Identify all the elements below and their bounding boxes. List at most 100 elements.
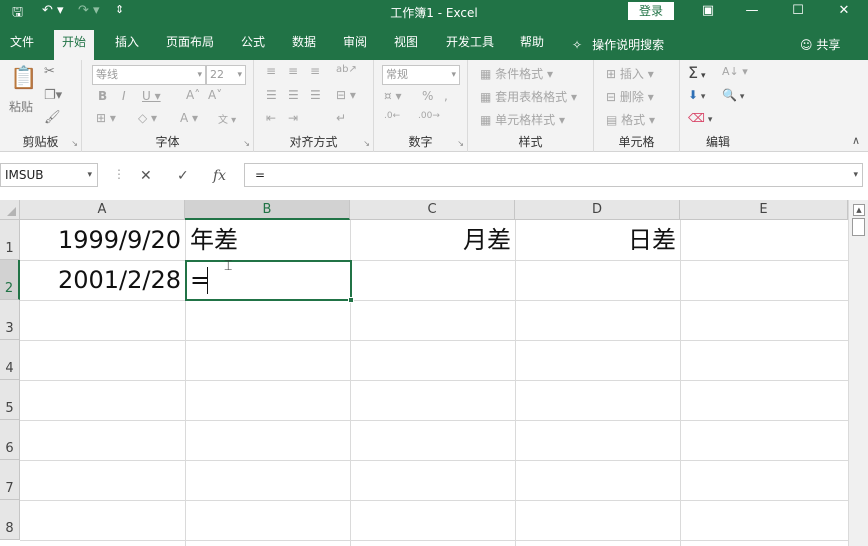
column-header-b[interactable]: B <box>185 200 350 220</box>
tab-file[interactable]: 文件 <box>2 32 42 60</box>
row-header-4[interactable]: 4 <box>0 340 20 380</box>
name-box[interactable]: IMSUB ▾ <box>0 163 98 187</box>
wrap-text-icon[interactable]: ↵ <box>336 111 346 125</box>
increase-indent-icon[interactable]: ⇥ <box>288 111 298 125</box>
conditional-formatting-button[interactable]: ▦ 条件格式 ▾ <box>480 65 553 82</box>
decrease-indent-icon[interactable]: ⇤ <box>266 111 276 125</box>
ribbon-display-options-icon[interactable]: ▣ <box>688 2 728 20</box>
font-size-combo[interactable]: 22 ▾ <box>206 65 246 85</box>
chevron-down-icon: ▾ <box>237 70 242 80</box>
row-header-5[interactable]: 5 <box>0 380 20 420</box>
paste-label[interactable]: 粘贴 <box>9 98 33 115</box>
paste-icon[interactable]: 📋 <box>10 66 37 91</box>
expand-formula-bar-icon[interactable]: ▾ <box>853 164 858 186</box>
tab-review[interactable]: 审阅 <box>335 32 375 60</box>
autosum-icon[interactable]: Σ ▾ <box>688 63 706 82</box>
tab-developer[interactable]: 开发工具 <box>438 32 502 60</box>
cell-b1[interactable]: 年差 <box>185 220 350 260</box>
cut-icon[interactable]: ✂ <box>44 64 55 79</box>
column-header-e[interactable]: E <box>680 200 848 220</box>
gridline <box>20 300 848 301</box>
borders-icon[interactable]: ⊞ ▾ <box>96 111 116 125</box>
row-header-2[interactable]: 2 <box>0 260 20 300</box>
number-format-combo[interactable]: 常规 ▾ <box>382 65 460 85</box>
close-button[interactable]: ✕ <box>824 2 864 20</box>
cell-c1[interactable]: 月差 <box>350 220 515 260</box>
merge-center-icon[interactable]: ⊟ ▾ <box>336 88 356 102</box>
column-header-d[interactable]: D <box>515 200 680 220</box>
column-header-a[interactable]: A <box>20 200 185 220</box>
cell-a2[interactable]: 2001/2/28 <box>20 260 185 300</box>
tab-data[interactable]: 数据 <box>284 32 324 60</box>
increase-font-size-button[interactable]: A˄ <box>186 88 200 102</box>
row-header-3[interactable]: 3 <box>0 300 20 340</box>
minimize-button[interactable]: — <box>732 2 772 20</box>
alignment-launcher-icon[interactable]: ↘ <box>363 139 370 148</box>
vertical-scrollbar[interactable]: ▲ <box>848 200 868 546</box>
number-launcher-icon[interactable]: ↘ <box>457 139 464 148</box>
insert-cells-button[interactable]: ⊞ 插入 ▾ <box>606 65 654 82</box>
row-header-8[interactable]: 8 <box>0 500 20 540</box>
decrease-decimal-icon[interactable]: .00→ <box>418 111 440 121</box>
find-select-icon[interactable]: 🔍 ▾ <box>722 88 744 102</box>
row-header-6[interactable]: 6 <box>0 420 20 460</box>
column-header-c[interactable]: C <box>350 200 515 220</box>
fill-icon[interactable]: ⬇ ▾ <box>688 88 705 102</box>
tab-home[interactable]: 开始 <box>54 30 95 60</box>
cell-a1[interactable]: 1999/9/20 <box>20 220 185 260</box>
delete-cells-button[interactable]: ⊟ 删除 ▾ <box>606 88 654 105</box>
scroll-thumb[interactable] <box>852 218 865 236</box>
decrease-font-size-button[interactable]: A˅ <box>208 88 222 102</box>
number-format-value: 常规 <box>386 68 408 81</box>
share-button[interactable]: ☺ 共享 <box>800 36 840 53</box>
format-as-table-button[interactable]: ▦ 套用表格格式 ▾ <box>480 88 577 105</box>
fill-color-icon[interactable]: ◇ ▾ <box>138 111 157 125</box>
clipboard-launcher-icon[interactable]: ↘ <box>71 139 78 148</box>
align-left-icon[interactable]: ☰ <box>266 88 277 102</box>
conditional-formatting-label: 条件格式 <box>495 67 544 81</box>
format-painter-icon[interactable]: 🖌 <box>44 110 61 125</box>
comma-icon[interactable]: , <box>444 89 448 103</box>
row-header-1[interactable]: 1 <box>0 220 20 260</box>
align-top-icon[interactable]: ≡ <box>266 64 276 78</box>
bold-button[interactable]: B <box>98 89 107 103</box>
tab-insert[interactable]: 插入 <box>107 32 147 60</box>
scroll-up-icon[interactable]: ▲ <box>853 204 865 216</box>
align-bottom-icon[interactable]: ≡ <box>310 64 320 78</box>
align-middle-icon[interactable]: ≡ <box>288 64 298 78</box>
currency-icon[interactable]: ¤ ▾ <box>384 89 401 103</box>
enter-button[interactable]: ✓ <box>177 168 189 184</box>
maximize-button[interactable]: ☐ <box>778 2 818 20</box>
font-launcher-icon[interactable]: ↘ <box>243 139 250 148</box>
phonetic-guide-icon[interactable]: 文 ▾ <box>218 111 236 126</box>
cell-styles-button[interactable]: ▦ 单元格样式 ▾ <box>480 111 565 128</box>
select-all-button[interactable] <box>0 200 20 220</box>
orientation-icon[interactable]: ab↗ <box>336 64 357 75</box>
sort-filter-icon[interactable]: A↓ ▾ <box>722 65 748 78</box>
align-right-icon[interactable]: ☰ <box>310 88 321 102</box>
cancel-entry-button[interactable]: ✕ <box>140 168 152 184</box>
increase-decimal-icon[interactable]: .0← <box>384 111 400 121</box>
clear-icon[interactable]: ⌫ ▾ <box>688 111 712 125</box>
fill-handle[interactable] <box>348 297 354 303</box>
conditional-formatting-icon: ▦ <box>480 67 496 81</box>
percent-icon[interactable]: % <box>422 89 433 103</box>
login-button[interactable]: 登录 <box>628 2 674 20</box>
tab-page-layout[interactable]: 页面布局 <box>158 32 222 60</box>
font-name-combo[interactable]: 等线 ▾ <box>92 65 206 85</box>
tab-view[interactable]: 视图 <box>386 32 426 60</box>
tab-help[interactable]: 帮助 <box>512 32 552 60</box>
row-header-7[interactable]: 7 <box>0 460 20 500</box>
insert-function-button[interactable]: fx <box>213 168 226 184</box>
cell-d1[interactable]: 日差 <box>515 220 680 260</box>
collapse-ribbon-icon[interactable]: ∧ <box>852 134 860 147</box>
tab-formulas[interactable]: 公式 <box>233 32 273 60</box>
underline-button[interactable]: U ▾ <box>142 89 161 103</box>
copy-icon[interactable]: ❐▾ <box>44 88 62 103</box>
format-cells-button[interactable]: ▤ 格式 ▾ <box>606 111 655 128</box>
font-color-icon[interactable]: A ▾ <box>180 111 198 125</box>
align-center-icon[interactable]: ☰ <box>288 88 299 102</box>
tell-me-search[interactable]: ✧ 操作说明搜索 <box>572 36 664 53</box>
formula-input[interactable]: = ▾ <box>244 163 863 187</box>
italic-button[interactable]: I <box>122 89 126 103</box>
